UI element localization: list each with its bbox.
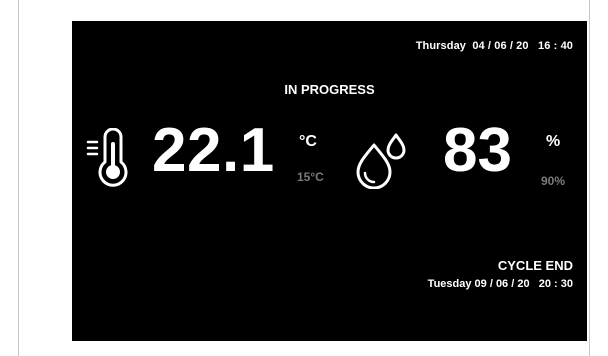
cycle-end-datetime: Tuesday 09 / 06 / 20 20 : 30 bbox=[427, 278, 573, 290]
temperature-value: 22.1 bbox=[152, 116, 275, 185]
cycle-end-label: CYCLE END bbox=[497, 258, 573, 273]
current-datetime: Thursday 04 / 06 / 20 16 : 40 bbox=[415, 40, 573, 52]
temperature-target: 15°C bbox=[297, 170, 324, 184]
thermometer-icon bbox=[86, 128, 128, 187]
display-screen: Thursday 04 / 06 / 20 16 : 40 IN PROGRES… bbox=[72, 21, 587, 341]
device-frame: Thursday 04 / 06 / 20 16 : 40 IN PROGRES… bbox=[18, 0, 590, 356]
humidity-unit: % bbox=[546, 133, 561, 150]
humidity-value: 83 bbox=[443, 116, 512, 185]
humidity-target: 90% bbox=[541, 174, 566, 188]
temperature-unit: °C bbox=[299, 133, 317, 150]
water-drops-icon bbox=[356, 133, 406, 189]
status-label: IN PROGRESS bbox=[284, 82, 375, 97]
